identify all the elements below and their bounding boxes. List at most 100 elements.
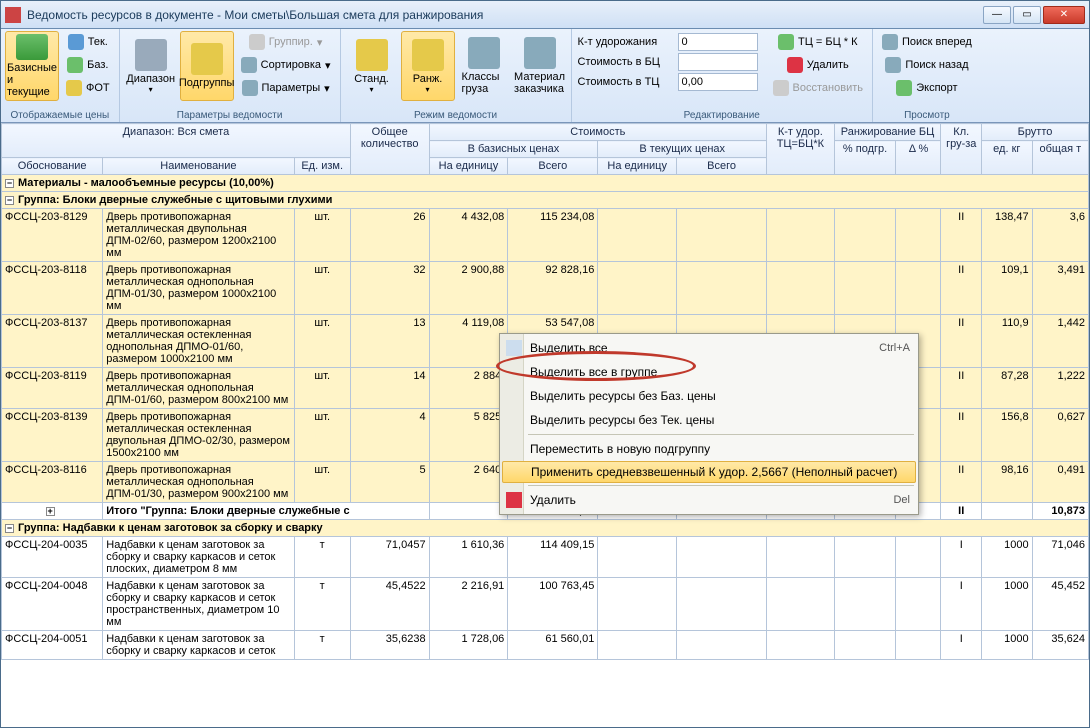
h-ot: общая т (1032, 141, 1088, 175)
ranzh-button[interactable]: Ранж.▾ (401, 31, 455, 101)
stand-button[interactable]: Станд.▾ (345, 31, 399, 101)
cell-cls: II (941, 262, 982, 315)
export-button[interactable]: Экспорт (877, 77, 977, 99)
cell-code: ФССЦ-204-0051 (2, 631, 103, 660)
cell-ot: 0,491 (1032, 462, 1088, 503)
cell-pu-t (598, 262, 677, 315)
cell-ekg: 156,8 (981, 409, 1032, 462)
cell-ekg: 1000 (981, 537, 1032, 578)
cell-cls: II (941, 409, 982, 462)
h-rank: Ранжирование БЦ (834, 124, 941, 141)
subgroups-button[interactable]: Подгруппы (180, 31, 234, 101)
sort-icon (241, 57, 257, 73)
close-button[interactable]: ✕ (1043, 6, 1085, 24)
expander-icon[interactable]: − (5, 179, 14, 188)
app-icon (5, 7, 21, 23)
expander-icon[interactable]: − (5, 524, 14, 533)
cell-pct (834, 537, 896, 578)
shortcut: Del (893, 494, 910, 506)
cell-tot-t (677, 578, 767, 631)
ctx-select-all[interactable]: Выделить всеCtrl+A (502, 336, 916, 360)
cell-ot: 0,627 (1032, 409, 1088, 462)
cost-bc-input[interactable] (678, 53, 758, 71)
cell-unit: шт. (294, 462, 350, 503)
cell-exp[interactable]: + (2, 503, 103, 520)
table-row[interactable]: ФССЦ-204-0051Надбавки к ценам заготовок … (2, 631, 1089, 660)
h-pu-b: На единицу (429, 158, 508, 175)
ctx-sel-no-tek[interactable]: Выделить ресурсы без Тек. цены (502, 408, 916, 432)
cost-tc-input[interactable] (678, 73, 758, 91)
cell-code: ФССЦ-203-8139 (2, 409, 103, 462)
cell-qty: 14 (350, 368, 429, 409)
cell-unit: шт. (294, 368, 350, 409)
cell-pu-t (598, 537, 677, 578)
restore-button[interactable]: Восстановить (768, 77, 868, 99)
h-code: Обоснование (2, 158, 103, 175)
table-row[interactable]: ФССЦ-204-0048Надбавки к ценам заготовок … (2, 578, 1089, 631)
cell-pct (834, 578, 896, 631)
cell-ekg: 1000 (981, 631, 1032, 660)
table-row[interactable]: ФССЦ-203-8129Дверь противопожарная метал… (2, 209, 1089, 262)
cell-tot: 115 234,08 (508, 209, 598, 262)
cell-ekg: 110,9 (981, 315, 1032, 368)
ctx-move-sub[interactable]: Переместить в новую подгруппу (502, 437, 916, 461)
cell-name: Надбавки к ценам заготовок за сборку и с… (103, 578, 294, 631)
cell-tot: 92 828,16 (508, 262, 598, 315)
section-row[interactable]: −Группа: Надбавки к ценам заготовок за с… (2, 520, 1089, 537)
cell-dpct (896, 578, 941, 631)
group-label: Режим ведомости (341, 110, 571, 121)
window-title: Ведомость ресурсов в документе - Мои сме… (27, 8, 983, 22)
base-current-button[interactable]: Базисные и текущие (5, 31, 59, 101)
cell-k (767, 537, 835, 578)
shortcut: Ctrl+A (879, 342, 910, 354)
grid-area[interactable]: Диапазон: Вся смета Общее количество Сто… (1, 123, 1089, 727)
cell-pu: 4 432,08 (429, 209, 508, 262)
cost-tc-label: Стоимость в ТЦ (578, 76, 674, 88)
baz-button[interactable]: Баз. (61, 54, 115, 76)
ctx-apply-k[interactable]: Применить средневзвешенный К удор. 2,566… (502, 461, 916, 483)
range-button[interactable]: Диапазон▾ (124, 31, 178, 101)
cell-cls: II (941, 503, 982, 520)
find-fwd-button[interactable]: Поиск вперед (877, 31, 977, 53)
material-button[interactable]: Материал заказчика (513, 31, 567, 101)
cell-cls: I (941, 537, 982, 578)
cell-code: ФССЦ-204-0035 (2, 537, 103, 578)
delete-button[interactable]: Удалить (768, 54, 868, 76)
params-button[interactable]: Параметры ▾ (236, 77, 336, 99)
ctx-select-all-group[interactable]: Выделить все в группе (502, 360, 916, 384)
table-row[interactable]: ФССЦ-203-8118Дверь противопожарная метал… (2, 262, 1089, 315)
tc-formula-button[interactable]: ТЦ = БЦ * К (768, 31, 868, 53)
k-udor-input[interactable] (678, 33, 758, 51)
cell-unit: шт. (294, 409, 350, 462)
window-controls: — ▭ ✕ (983, 6, 1085, 24)
cell-ekg: 109,1 (981, 262, 1032, 315)
cell-name: Дверь противопожарная металлическая одно… (103, 262, 294, 315)
section-row[interactable]: −Группа: Блоки дверные служебные с щитов… (2, 192, 1089, 209)
context-menu: Выделить всеCtrl+A Выделить все в группе… (499, 333, 919, 515)
tek-button[interactable]: Тек. (61, 31, 115, 53)
maximize-button[interactable]: ▭ (1013, 6, 1041, 24)
ctx-sel-no-baz[interactable]: Выделить ресурсы без Баз. цены (502, 384, 916, 408)
ctx-delete[interactable]: УдалитьDel (502, 488, 916, 512)
expander-icon[interactable]: − (5, 196, 14, 205)
view-side: Поиск вперед Поиск назад Экспорт (877, 31, 977, 108)
cell-name: Дверь противопожарная металлическая осте… (103, 315, 294, 368)
cell-pu: 5 825, (429, 409, 508, 462)
section-row[interactable]: −Материалы - малообъемные ресурсы (10,00… (2, 175, 1089, 192)
find-back-button[interactable]: Поиск назад (877, 54, 977, 76)
fot-button[interactable]: ФОТ (61, 77, 115, 99)
minimize-button[interactable]: — (983, 6, 1011, 24)
classes-button[interactable]: Классы груза (457, 31, 511, 101)
ribbon-group-params: Диапазон▾ Подгруппы Группир. ▾ Сортировк… (120, 29, 341, 122)
group-button[interactable]: Группир. ▾ (236, 31, 336, 53)
sort-button[interactable]: Сортировка ▾ (236, 54, 336, 76)
base-current-label: Базисные и текущие (7, 62, 57, 98)
ribbon-group-view: Поиск вперед Поиск назад Экспорт Просмот… (873, 29, 981, 122)
cell-pu: 2 900,88 (429, 262, 508, 315)
cell-name: Дверь противопожарная металлическая двуп… (103, 209, 294, 262)
cell-subtotal-label: Итого "Группа: Блоки дверные служебные с (103, 503, 429, 520)
cell-k (767, 262, 835, 315)
table-row[interactable]: ФССЦ-204-0035Надбавки к ценам заготовок … (2, 537, 1089, 578)
cell-cls: I (941, 631, 982, 660)
classes-icon (468, 37, 500, 69)
